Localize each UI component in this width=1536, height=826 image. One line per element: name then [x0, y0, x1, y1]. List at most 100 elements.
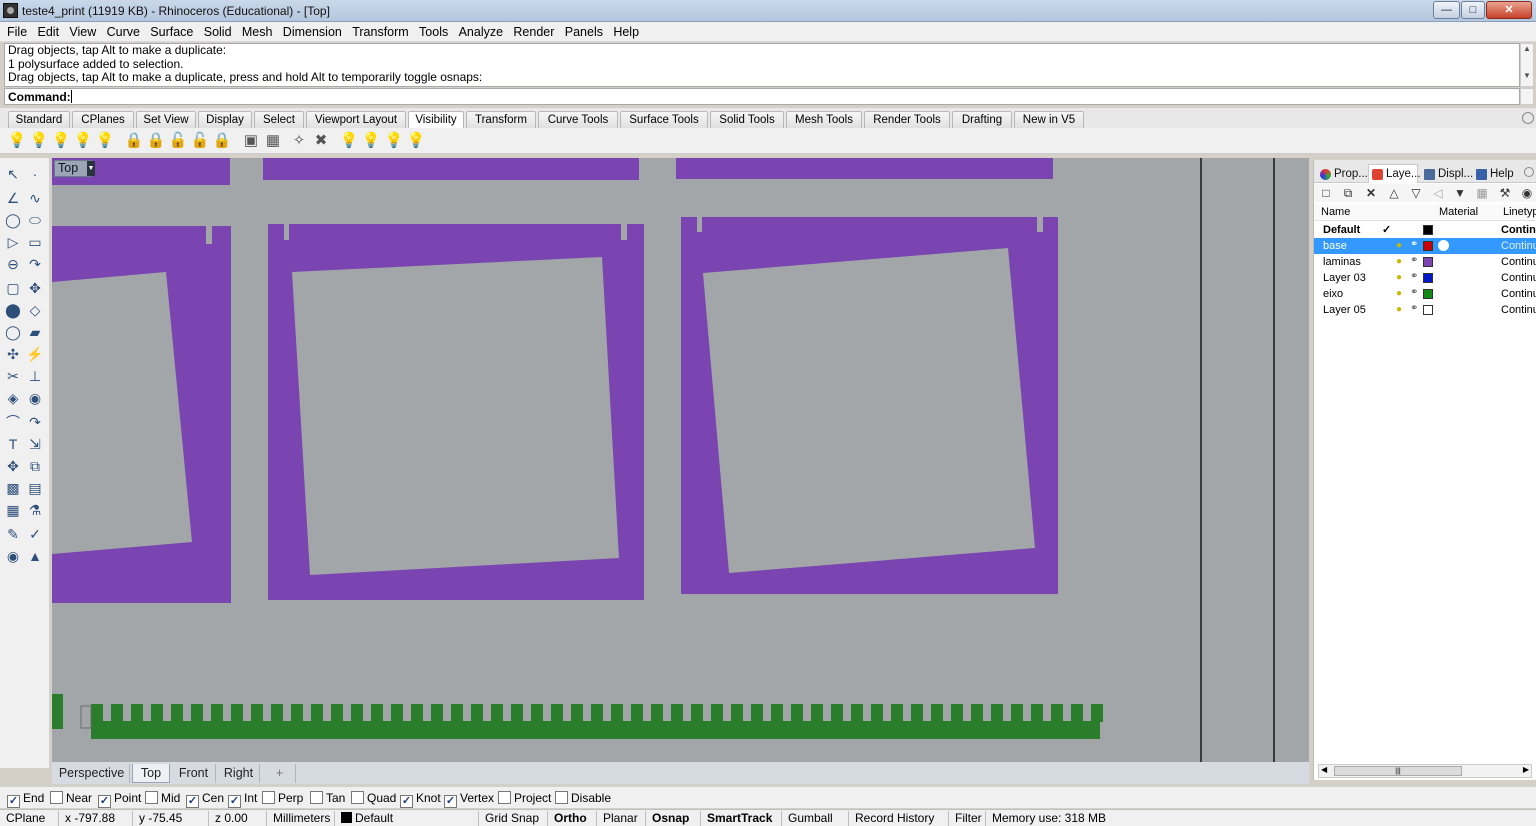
- viewport-title[interactable]: Top ▼: [54, 160, 95, 177]
- osnap-tan[interactable]: Tan: [310, 790, 345, 806]
- ungroup-icon[interactable]: ◉: [25, 388, 45, 408]
- tab-viewport-layout[interactable]: Viewport Layout: [306, 111, 406, 128]
- command-history-scrollbar[interactable]: ▲ ▼: [1520, 43, 1534, 87]
- layer-unlock-icon[interactable]: ⚭: [1410, 255, 1418, 266]
- layer-row-eixo[interactable]: eixo ● ⚭ Continu: [1314, 286, 1536, 302]
- scroll-down-icon[interactable]: ▼: [1521, 71, 1533, 80]
- viewport-tab-front[interactable]: Front: [172, 764, 216, 783]
- menu-render[interactable]: Render: [513, 22, 554, 39]
- name-column-header[interactable]: Name: [1321, 206, 1350, 218]
- tab-display[interactable]: Display: [198, 111, 252, 128]
- tab-surface-tools[interactable]: Surface Tools: [620, 111, 708, 128]
- layer-color-swatch[interactable]: [1423, 273, 1433, 283]
- ortho-toggle[interactable]: Ortho: [547, 811, 587, 826]
- unlock-icon[interactable]: 🔓: [168, 131, 188, 151]
- scroll-left-icon[interactable]: ◀: [1321, 765, 1327, 774]
- tab-cplanes[interactable]: CPlanes: [72, 111, 134, 128]
- units-indicator[interactable]: Millimeters: [266, 811, 330, 826]
- tab-render-tools[interactable]: Render Tools: [864, 111, 950, 128]
- scroll-right-icon[interactable]: ▶: [1523, 765, 1529, 774]
- layer-unlock-icon[interactable]: ⚭: [1410, 287, 1418, 298]
- command-history[interactable]: Drag objects, tap Alt to make a duplicat…: [4, 43, 1520, 87]
- analyze-icon[interactable]: ✎: [3, 524, 23, 544]
- show-selected-bulb-icon[interactable]: 💡: [51, 131, 71, 151]
- layer-linetype[interactable]: Continu: [1501, 272, 1536, 284]
- layer-visible-bulb-icon[interactable]: ●: [1396, 240, 1402, 251]
- osnap-toggle[interactable]: Osnap: [645, 811, 689, 826]
- panel-tab-help[interactable]: Help: [1472, 164, 1514, 183]
- toolbar-options-gear-icon[interactable]: [1522, 112, 1534, 124]
- panel-tab-display[interactable]: Displ...: [1420, 164, 1473, 183]
- move-layer-out-icon[interactable]: ◁: [1430, 185, 1446, 201]
- move-icon[interactable]: ✥: [3, 456, 23, 476]
- polyline-icon[interactable]: ∠: [3, 188, 23, 208]
- layer-name[interactable]: eixo: [1323, 288, 1343, 300]
- cylinder-icon[interactable]: ◯: [3, 322, 23, 342]
- triangle-icon[interactable]: ▷: [3, 232, 23, 252]
- menu-curve[interactable]: Curve: [107, 22, 140, 39]
- material-column-header[interactable]: Material: [1439, 206, 1478, 218]
- layer-name[interactable]: Layer 03: [1323, 272, 1366, 284]
- tab-new-in-v5[interactable]: New in V5: [1014, 111, 1084, 128]
- layer-tools-wrench-icon[interactable]: ⚒: [1497, 185, 1513, 201]
- layer-color-swatch[interactable]: [1423, 289, 1433, 299]
- measure-icon[interactable]: ⚗: [25, 500, 45, 520]
- layer-linetype[interactable]: Continu: [1501, 240, 1536, 252]
- menu-dimension[interactable]: Dimension: [283, 22, 342, 39]
- point-icon[interactable]: ·: [25, 164, 45, 184]
- gumball-toggle[interactable]: Gumball: [781, 811, 833, 826]
- layer-visible-bulb-icon[interactable]: ●: [1396, 256, 1402, 267]
- eixo-part[interactable]: [52, 694, 63, 729]
- eixo-comb[interactable]: [91, 704, 1103, 739]
- layer-color-swatch[interactable]: [1423, 305, 1433, 315]
- menu-panels[interactable]: Panels: [565, 22, 603, 39]
- new-layer-icon[interactable]: □: [1318, 185, 1334, 201]
- show-all-bulb-icon[interactable]: 💡: [95, 131, 115, 151]
- unisolate-icon[interactable]: ▦: [263, 131, 283, 151]
- osnap-project[interactable]: Project: [498, 790, 551, 806]
- osnap-disable[interactable]: Disable: [555, 790, 611, 806]
- curve-icon[interactable]: ∿: [25, 188, 45, 208]
- laminas-frame[interactable]: [268, 224, 644, 600]
- osnap-near[interactable]: Near: [50, 790, 92, 806]
- layer-color-swatch[interactable]: [1423, 257, 1433, 267]
- layer-bulb-off-icon[interactable]: 💡: [361, 131, 381, 151]
- osnap-knot[interactable]: ✓ Knot: [400, 790, 441, 808]
- osnap-checkbox[interactable]: [498, 791, 511, 804]
- laminas-strip[interactable]: [263, 158, 639, 180]
- osnap-vertex[interactable]: ✓ Vertex: [444, 790, 494, 808]
- osnap-checkbox[interactable]: ✓: [186, 795, 199, 808]
- lock-swap-icon[interactable]: 🔒: [212, 131, 232, 151]
- scrollbar-thumb[interactable]: |||: [1334, 766, 1462, 776]
- layer-row-laminas[interactable]: laminas ● ⚭ Continu: [1314, 254, 1536, 270]
- osnap-mid[interactable]: Mid: [145, 790, 180, 806]
- fillet-icon[interactable]: ⊖: [3, 254, 23, 274]
- osnap-checkbox[interactable]: ✓: [400, 795, 413, 808]
- laminas-frame[interactable]: [681, 217, 1058, 594]
- cplane-indicator[interactable]: CPlane: [0, 811, 45, 826]
- layer-unlock-icon[interactable]: ⚭: [1410, 271, 1418, 282]
- layer-color-swatch[interactable]: [1423, 241, 1433, 251]
- delete-layer-icon[interactable]: ✕: [1363, 185, 1379, 201]
- viewport-menu-chevron-icon[interactable]: ▼: [87, 161, 95, 176]
- osnap-quad[interactable]: Quad: [351, 790, 396, 806]
- show-objects-bulb-icon[interactable]: 💡: [7, 131, 27, 151]
- layer-row-layer-05[interactable]: Layer 05 ● ⚭ Continu: [1314, 302, 1536, 318]
- array-icon[interactable]: ▦: [3, 500, 23, 520]
- unlock-selected-icon[interactable]: 🔓: [190, 131, 210, 151]
- layer-visible-bulb-icon[interactable]: ●: [1396, 288, 1402, 299]
- offset-curve-icon[interactable]: ↷: [25, 254, 45, 274]
- record-history-toggle[interactable]: Record History: [848, 811, 934, 826]
- scroll-up-icon[interactable]: ▲: [1521, 44, 1533, 53]
- laminas-frame[interactable]: [52, 226, 231, 603]
- tab-visibility[interactable]: Visibility: [408, 111, 464, 128]
- osnap-checkbox[interactable]: ✓: [7, 795, 20, 808]
- hide-points-icon[interactable]: ✧: [289, 131, 309, 151]
- boolean-split-icon[interactable]: ⚡: [25, 344, 45, 364]
- layer-row-base[interactable]: base ● ⚭ Continu: [1314, 238, 1536, 254]
- menu-edit[interactable]: Edit: [38, 22, 60, 39]
- layer-name[interactable]: base: [1323, 240, 1347, 252]
- command-spinner[interactable]: [1520, 88, 1534, 105]
- layer-material-icon[interactable]: [1438, 240, 1449, 251]
- top-viewport[interactable]: Top ▼: [52, 158, 1309, 762]
